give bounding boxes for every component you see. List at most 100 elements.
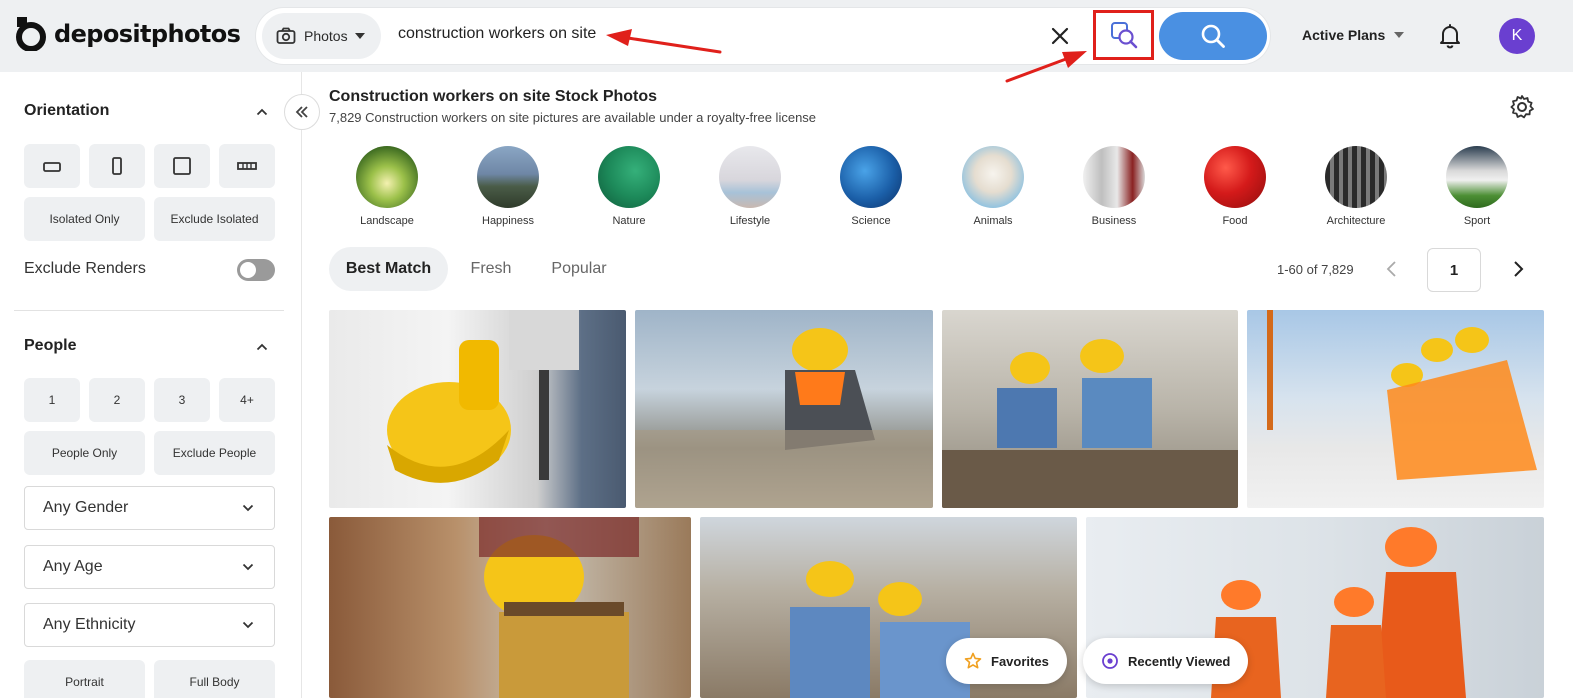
close-icon[interactable] [1048,24,1072,48]
search-type-select[interactable]: Photos [262,13,381,59]
toggle-knob [240,262,256,278]
category-thumbnail [1204,146,1266,208]
square-icon [173,157,191,175]
chevron-up-icon[interactable] [256,341,268,353]
active-plans-label: Active Plans [1302,27,1386,43]
people-title: People [24,337,77,354]
category-lifestyle[interactable]: Lifestyle [700,146,800,227]
category-thumbnail [477,146,539,208]
category-thumbnail [1325,146,1387,208]
vertical-rect-icon [112,157,122,175]
top-header: depositphotos Photos construction worker… [0,0,1573,72]
eye-icon [1102,653,1118,669]
page-title: Construction workers on site Stock Photo… [329,88,658,105]
photo-image [942,339,1238,508]
category-food[interactable]: Food [1185,146,1285,227]
photo-result[interactable] [1247,310,1544,508]
category-business[interactable]: Business [1064,146,1164,227]
visual-search-button[interactable] [1093,10,1154,60]
photo-image [479,517,639,698]
exclude-renders-toggle[interactable] [237,259,275,281]
exclude-renders-label: Exclude Renders [24,260,146,277]
gender-dropdown[interactable]: Any Gender [24,486,275,530]
tab-popular[interactable]: Popular [540,247,618,291]
category-sport[interactable]: Sport [1427,146,1527,227]
sidebar-divider [14,310,284,311]
favorites-button[interactable]: Favorites [946,638,1067,684]
ethnicity-dropdown[interactable]: Any Ethnicity [24,603,275,647]
category-label: Happiness [482,215,534,227]
bell-icon[interactable] [1436,22,1464,50]
photo-result[interactable] [942,310,1238,508]
avatar[interactable]: K [1499,18,1535,54]
image-search-icon [1110,22,1137,49]
orientation-vertical-button[interactable] [89,144,145,188]
category-thumbnail [962,146,1024,208]
panorama-icon [237,162,257,170]
orientation-title: Orientation [24,102,110,119]
category-label: Business [1091,215,1137,227]
category-architecture[interactable]: Architecture [1306,146,1406,227]
photo-image [1267,310,1537,480]
chevron-right-icon[interactable] [1510,260,1526,278]
star-icon [964,652,982,669]
logo[interactable]: depositphotos [16,16,241,52]
photo-image [387,310,579,483]
chevron-up-icon[interactable] [256,106,268,118]
full-body-button[interactable]: Full Body [154,660,275,698]
age-value: Any Age [43,558,103,575]
recently-viewed-button[interactable]: Recently Viewed [1083,638,1249,684]
category-happiness[interactable]: Happiness [458,146,558,227]
isolated-only-button[interactable]: Isolated Only [24,197,145,241]
caret-down-icon [355,33,365,39]
search-input[interactable]: construction workers on site [398,25,596,43]
portrait-button[interactable]: Portrait [24,660,145,698]
photo-result[interactable] [635,310,933,508]
tab-best-match[interactable]: Best Match [329,247,448,291]
orientation-panoramic-button[interactable] [219,144,275,188]
people-count-4plus-button[interactable]: 4+ [219,378,275,422]
collapse-sidebar-button[interactable] [284,94,320,130]
gender-value: Any Gender [43,499,129,516]
page-number-input[interactable]: 1 [1427,248,1481,292]
photo-result[interactable] [329,310,626,508]
category-nature[interactable]: Nature [579,146,679,227]
category-label: Nature [612,215,646,227]
double-chevron-left-icon [295,106,308,118]
people-count-3-button[interactable]: 3 [154,378,210,422]
category-animals[interactable]: Animals [943,146,1043,227]
orientation-square-button[interactable] [154,144,210,188]
favorites-label: Favorites [991,653,1049,669]
category-thumbnail [840,146,902,208]
chevron-left-icon[interactable] [1384,260,1400,278]
logo-text: depositphotos [54,20,241,48]
category-label: Architecture [1326,215,1386,227]
category-thumbnail [598,146,660,208]
photo-result[interactable] [329,517,691,698]
age-dropdown[interactable]: Any Age [24,545,275,589]
exclude-isolated-button[interactable]: Exclude Isolated [154,197,275,241]
exclude-people-button[interactable]: Exclude People [154,431,275,475]
category-thumbnail [1446,146,1508,208]
category-science[interactable]: Science [821,146,921,227]
tab-fresh[interactable]: Fresh [460,247,522,291]
filters-sidebar: Orientation Isolated Only Exclude Isolat… [0,72,302,698]
search-icon [1201,24,1225,48]
category-label: Science [851,215,891,227]
logo-mark-icon [16,17,46,51]
people-count-1-button[interactable]: 1 [24,378,80,422]
people-count-2-button[interactable]: 2 [89,378,145,422]
caret-down-icon [1394,32,1405,38]
chevron-down-icon [242,563,254,571]
orientation-horizontal-button[interactable] [24,144,80,188]
active-plans-menu[interactable]: Active Plans [1302,27,1405,43]
chevron-down-icon [242,621,254,629]
category-label: Lifestyle [729,215,771,227]
ethnicity-value: Any Ethnicity [43,616,136,633]
horizontal-rect-icon [43,162,61,172]
category-landscape[interactable]: Landscape [337,146,437,227]
category-thumbnail [719,146,781,208]
search-button[interactable] [1159,12,1267,60]
gear-icon[interactable] [1509,94,1535,120]
people-only-button[interactable]: People Only [24,431,145,475]
